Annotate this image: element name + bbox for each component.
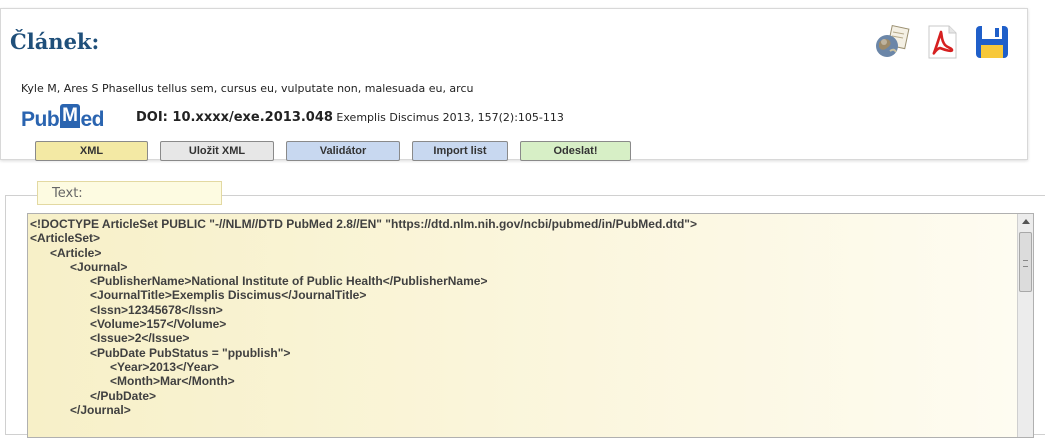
citation-text: Exemplis Discimus 2013, 157(2):105-113 — [332, 111, 564, 124]
pubmed-logo-ed: ed — [80, 108, 105, 131]
doi-line: DOI: 10.xxxx/exe.2013.048 Exemplis Disci… — [136, 110, 564, 125]
pubmed-logo-pub: Pub — [21, 108, 60, 131]
xml-textarea[interactable]: <!DOCTYPE ArticleSet PUBLIC "-//NLM//DTD… — [27, 213, 1034, 438]
pubmed-logo[interactable]: Pub Med — [21, 102, 105, 132]
xml-content[interactable]: <!DOCTYPE ArticleSet PUBLIC "-//NLM//DTD… — [30, 217, 697, 417]
import-list-button[interactable]: Import list — [412, 141, 508, 161]
tool-icons — [873, 23, 1011, 61]
page-title: Článek: — [10, 29, 100, 54]
validator-button[interactable]: Validátor — [286, 141, 400, 161]
action-buttons: XML Uložit XML Validátor Import list Ode… — [35, 141, 631, 161]
export-globe-icon[interactable] — [873, 23, 911, 61]
xml-button[interactable]: XML — [35, 141, 148, 161]
text-legend: Text: — [37, 181, 222, 205]
article-panel: Článek: Kyle M, Ares S Phasellus tellus … — [0, 8, 1028, 161]
save-disk-icon[interactable] — [973, 23, 1011, 61]
send-button[interactable]: Odeslat! — [520, 141, 631, 161]
save-xml-button[interactable]: Uložit XML — [160, 141, 274, 161]
doi-text: DOI: 10.xxxx/exe.2013.048 — [136, 110, 333, 125]
scroll-thumb[interactable] — [1019, 232, 1032, 292]
pdf-icon[interactable] — [923, 23, 961, 61]
vertical-scrollbar[interactable] — [1017, 214, 1033, 437]
pubmed-logo-m: M — [60, 104, 80, 128]
scroll-up-arrow-icon[interactable] — [1022, 219, 1030, 224]
article-authors: Kyle M, Ares S Phasellus tellus sem, cur… — [21, 82, 474, 95]
